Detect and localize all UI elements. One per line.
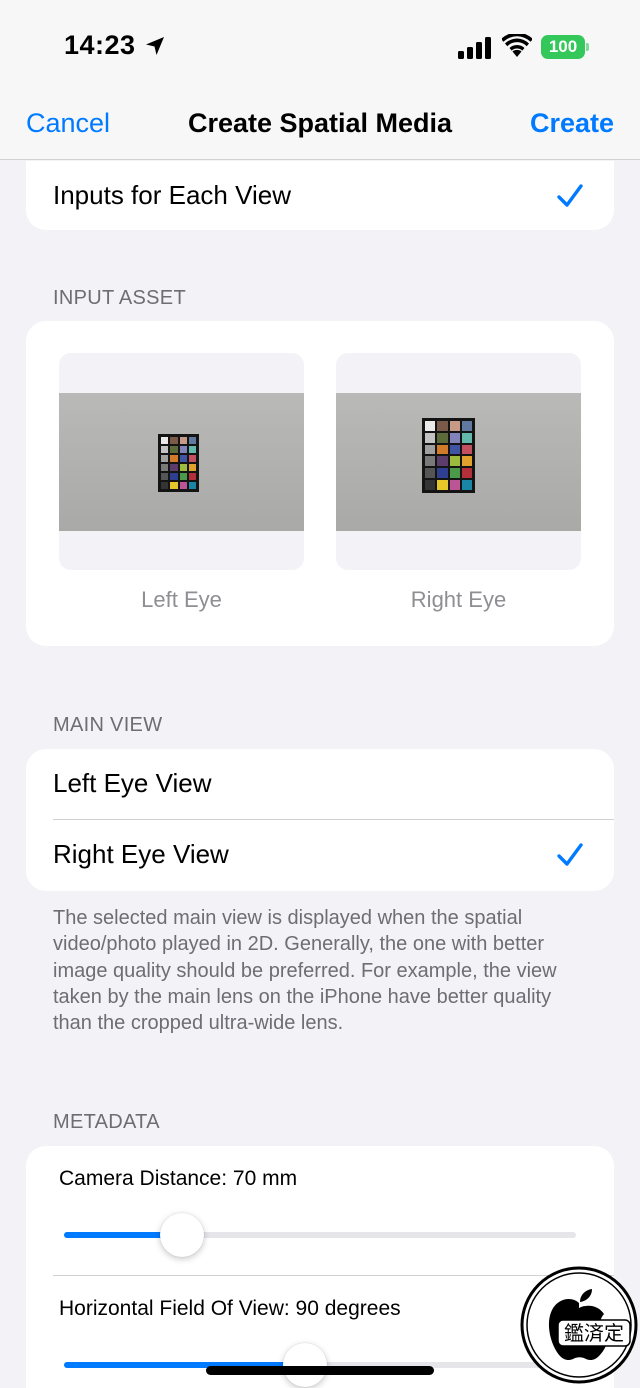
input-asset-header: INPUT ASSET [53, 287, 186, 309]
main-view-option-label: Right Eye View [53, 839, 229, 869]
main-view-option-right[interactable]: Right Eye View [26, 820, 614, 891]
main-view-footer: The selected main view is displayed when… [53, 907, 557, 1035]
main-view-option-label: Left Eye View [53, 768, 212, 798]
create-button[interactable]: Create [530, 108, 614, 139]
checkmark-icon [557, 843, 583, 866]
input-mode-label: Inputs for Each View [53, 180, 291, 210]
checkmark-icon [557, 184, 583, 207]
status-bar: 14:23 100 [0, 0, 640, 100]
home-indicator [206, 1366, 434, 1375]
slider-thumb[interactable] [159, 1213, 204, 1257]
apple-seal-watermark: 鑑済定 [520, 1266, 638, 1384]
location-arrow-icon [146, 37, 164, 55]
right-eye-thumbnail[interactable] [336, 353, 581, 570]
metadata-header: METADATA [53, 1111, 160, 1133]
battery-level: 100 [541, 35, 585, 59]
right-eye-caption: Right Eye [410, 587, 507, 612]
input-asset-card: Left Eye Right Eye [26, 321, 614, 646]
left-eye-image [59, 393, 304, 531]
color-checker-chart [422, 418, 475, 493]
horizontal-fov-label: Horizontal Field Of View: 90 degrees [59, 1297, 401, 1320]
cancel-button[interactable]: Cancel [26, 108, 110, 139]
wifi-icon [502, 34, 532, 57]
battery-tip [586, 43, 589, 51]
camera-distance-slider[interactable] [64, 1213, 576, 1257]
slider-thumb[interactable] [282, 1343, 327, 1387]
right-eye-image [336, 393, 581, 531]
left-eye-caption: Left Eye [141, 587, 222, 612]
main-view-card: Left Eye View Right Eye View [26, 749, 614, 891]
battery-icon: 100 [541, 35, 589, 59]
main-view-option-left[interactable]: Left Eye View [26, 749, 614, 820]
status-time: 14:23 [64, 30, 136, 60]
input-mode-card: Inputs for Each View [26, 161, 614, 230]
cellular-signal-icon [458, 37, 491, 59]
camera-distance-label: Camera Distance: 70 mm [59, 1167, 298, 1190]
svg-text:鑑済定: 鑑済定 [564, 1321, 624, 1345]
navigation-bar: Create Spatial Media Cancel Create [0, 100, 640, 160]
main-view-header: MAIN VIEW [53, 714, 163, 736]
left-eye-thumbnail[interactable] [59, 353, 304, 570]
input-mode-row[interactable]: Inputs for Each View [26, 161, 614, 230]
color-checker-chart [158, 434, 199, 492]
